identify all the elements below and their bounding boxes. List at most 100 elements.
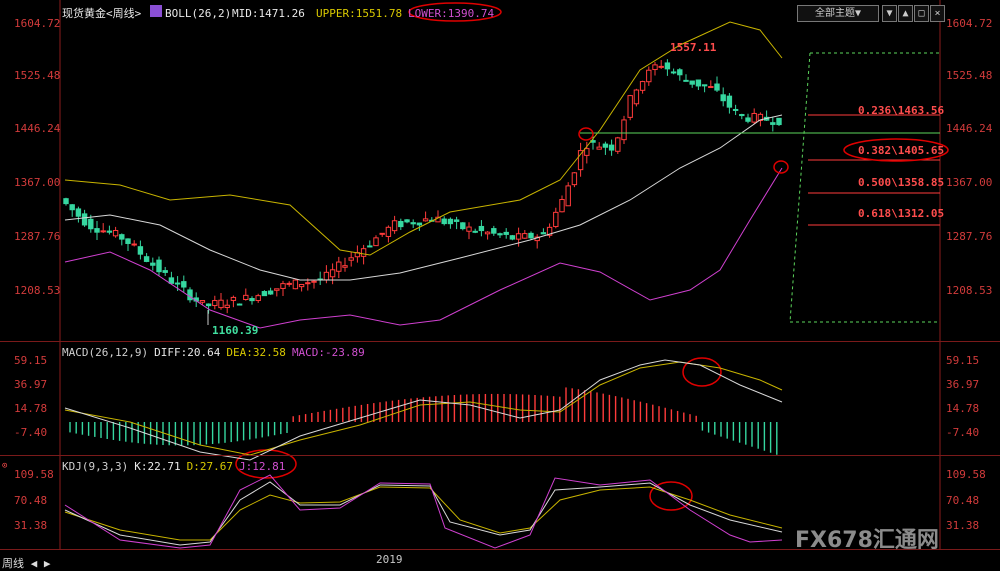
candle-body <box>81 213 88 226</box>
candle-body <box>255 295 261 302</box>
candle-body <box>162 270 168 273</box>
candle-body <box>249 298 255 302</box>
candle-body <box>88 218 94 230</box>
panel-divider <box>0 341 1000 342</box>
candle-body <box>373 237 379 247</box>
candle-body <box>63 198 69 205</box>
candle-body <box>720 94 726 102</box>
boll-mid-value: MID:1471.26 <box>232 7 305 20</box>
candle-body <box>305 282 311 285</box>
candle-body <box>212 300 218 307</box>
candle-body <box>571 172 578 186</box>
candle-body <box>739 114 745 117</box>
candle-body <box>112 230 119 237</box>
candle-body <box>125 238 131 244</box>
price-tick-left: 1446.24 <box>14 122 61 135</box>
candle-body <box>695 79 702 87</box>
candle-body <box>131 243 137 246</box>
candle-body <box>751 112 757 123</box>
price-tick-left: 1208.53 <box>14 284 61 297</box>
price-tick-left: 1367.00 <box>14 176 61 189</box>
boll-upper-value: UPPER:1551.78 <box>316 7 403 20</box>
candle-body <box>379 232 385 235</box>
candle-body <box>515 233 522 240</box>
fib-level-0236: 0.236\1463.56 <box>858 104 945 117</box>
candle-body <box>453 219 460 222</box>
price-tick-right: 1525.48 <box>946 69 993 82</box>
arrow-down-icon[interactable]: ▼ <box>882 5 897 22</box>
candle-body <box>559 199 565 213</box>
candle-body <box>218 299 224 309</box>
candle-body <box>143 256 150 262</box>
candle-body <box>422 218 429 222</box>
window-icon[interactable]: □ <box>914 5 929 22</box>
candle-body <box>497 233 503 236</box>
candle-body <box>664 62 671 70</box>
fib-level-0500: 0.500\1358.85 <box>858 176 945 189</box>
arrow-up-icon[interactable]: ▲ <box>898 5 913 22</box>
candle-body <box>441 218 447 225</box>
kdj-header: KDJ(9,3,3) K:22.71 D:27.67 J:12.81 <box>62 460 291 473</box>
candle-body <box>230 296 237 301</box>
candle-body <box>94 228 100 233</box>
candle-body <box>261 291 268 297</box>
theme-dropdown[interactable]: 全部主题▼ <box>797 5 879 22</box>
price-tick-left: 1525.48 <box>14 69 61 82</box>
candle-body <box>398 220 404 228</box>
candle-body <box>509 235 516 240</box>
kdj-settings-icon[interactable]: ⊙ <box>2 460 7 473</box>
kdj-tick-left: 70.48 <box>14 494 48 507</box>
candle-body <box>137 246 144 255</box>
candle-body <box>267 290 274 295</box>
kdj-k: K:22.71 <box>134 460 181 473</box>
candle-body <box>701 84 708 87</box>
price-tick-right: 1367.00 <box>946 176 993 189</box>
candle-body <box>156 259 162 273</box>
kdj-tick-left: 109.58 <box>14 468 54 481</box>
period-tab[interactable]: 周线 ◀ ▶ <box>2 555 51 571</box>
candle-body <box>677 69 683 76</box>
macd-macd: MACD:-23.89 <box>291 346 365 359</box>
candle-body <box>770 122 776 125</box>
candle-body <box>627 95 633 118</box>
close-icon[interactable]: × <box>930 5 945 22</box>
price-tick-left: 1287.76 <box>14 230 61 243</box>
candle-body <box>224 304 230 309</box>
candle-body <box>236 303 243 306</box>
candle-body <box>69 204 75 211</box>
candle-body <box>274 288 280 291</box>
candle-body <box>732 108 739 111</box>
candle-body <box>410 222 416 225</box>
candle-body <box>181 281 187 288</box>
candle-body <box>528 232 534 239</box>
candle-body <box>205 303 212 307</box>
candle-body <box>683 79 689 82</box>
price-tick-right: 1287.76 <box>946 230 993 243</box>
macd-tick-right: 59.15 <box>946 354 980 367</box>
time-axis-year: 2019 <box>376 553 403 566</box>
kdj-tick-right: 70.48 <box>946 494 980 507</box>
indicator-icon <box>150 5 162 17</box>
candle-body <box>298 283 305 288</box>
candle-body <box>404 219 410 223</box>
candle-body <box>367 245 373 248</box>
kdj-tick-right: 109.58 <box>946 468 986 481</box>
boll-lower-value: LOWER:1390.74 <box>408 7 495 20</box>
candle-body <box>311 280 317 283</box>
kdj-k-line <box>64 481 783 546</box>
price-tick-right: 1208.53 <box>946 284 993 297</box>
candle-body <box>336 261 342 272</box>
kdj-j: J:12.81 <box>238 460 286 473</box>
low-price-label: 1160.39 <box>212 324 259 337</box>
candle-body <box>447 218 454 225</box>
panel-divider <box>0 455 1000 456</box>
symbol-title: 现货黄金<周线> <box>62 7 142 20</box>
candle-body <box>689 80 695 85</box>
candle-body <box>460 222 466 230</box>
candle-body <box>776 117 782 126</box>
macd-tick-right: -7.40 <box>946 426 980 439</box>
candle-body <box>540 232 547 235</box>
candle-body <box>639 81 646 91</box>
macd-tick-right: 14.78 <box>946 402 980 415</box>
candlestick-chart[interactable] <box>0 0 1000 570</box>
